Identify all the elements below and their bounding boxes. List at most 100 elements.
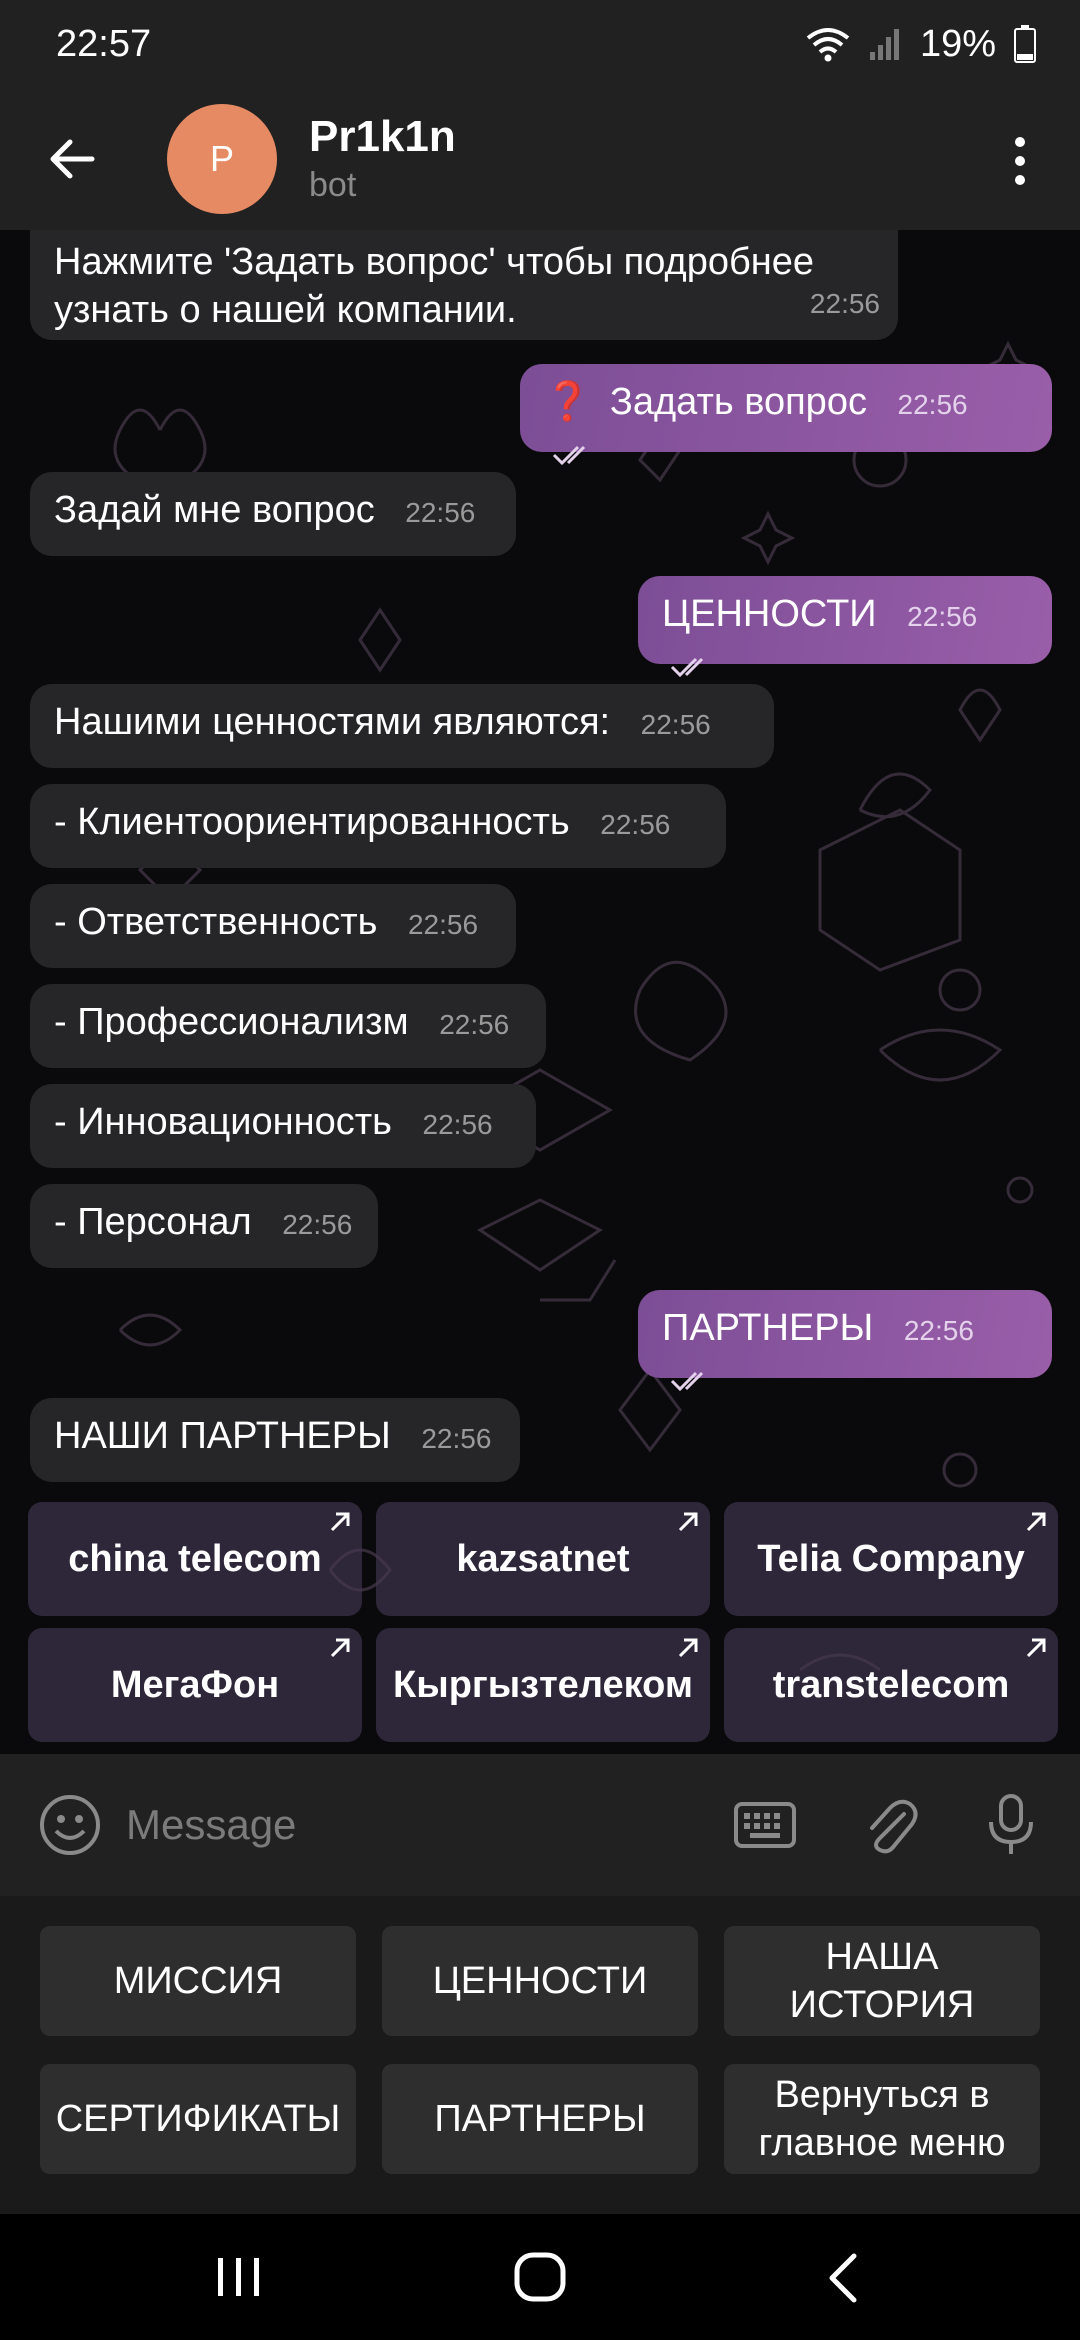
message-time: 22:56 <box>405 497 476 528</box>
external-link-arrow-icon <box>330 1512 350 1532</box>
button-label: ПАРТНЕРЫ <box>434 2098 646 2140</box>
wifi-icon <box>806 28 850 62</box>
telegram-chat-screen: 22:57 19% P Pr1k1n bot Нажмите 'Задать в… <box>0 0 1080 2340</box>
battery-icon <box>1014 25 1036 63</box>
bot-reply-keyboard: МИССИЯ ЦЕННОСТИ НАША ИСТОРИЯ СЕРТИФИКАТЫ… <box>0 1896 1080 2214</box>
status-bar: 22:57 19% <box>0 0 1080 88</box>
incoming-message[interactable]: - Ответственность 22:56 <box>30 884 516 968</box>
button-label: china telecom <box>68 1537 322 1580</box>
button-label: transtelecom <box>772 1663 1010 1706</box>
incoming-message[interactable]: - Профессионализм 22:56 <box>30 984 546 1068</box>
button-label: ЦЕННОСТИ <box>432 1960 648 2002</box>
inline-button-partner[interactable]: transtelecom <box>724 1628 1058 1742</box>
external-link-arrow-icon <box>1026 1512 1046 1532</box>
incoming-message[interactable]: - Персонал 22:56 <box>30 1184 378 1268</box>
message-text: НАШИ ПАРТНЕРЫ <box>54 1415 391 1457</box>
inline-button-partner[interactable]: china telecom <box>28 1502 362 1616</box>
inline-button-partner[interactable]: Кыргызтелеком <box>376 1628 710 1742</box>
status-time: 22:57 <box>56 22 152 65</box>
double-check-icon <box>670 657 704 678</box>
message-text: Задай мне вопрос <box>54 489 375 531</box>
message-time: 22:56 <box>600 809 671 840</box>
outgoing-message[interactable]: ❓ Задать вопрос 22:56 <box>520 364 1052 466</box>
button-label: kazsatnet <box>456 1537 630 1580</box>
dot-icon <box>1015 137 1025 147</box>
signal-icon <box>869 29 899 60</box>
chat-header: P Pr1k1n bot <box>0 88 1080 230</box>
button-label: Кыргызтелеком <box>393 1663 693 1706</box>
keyboard-button-values[interactable]: ЦЕННОСТИ <box>382 1926 698 2036</box>
battery-percent: 19% <box>919 22 996 65</box>
back-button[interactable] <box>32 119 112 199</box>
incoming-message[interactable]: Нажмите 'Задать вопрос' чтобы подробнее … <box>30 230 898 340</box>
inline-button-partner[interactable]: Telia Company <box>724 1502 1058 1616</box>
keyboard-icon[interactable] <box>734 1802 796 1848</box>
system-navigation-bar <box>0 2214 1080 2340</box>
message-text: Задать вопрос <box>609 381 867 423</box>
message-text: Нажмите 'Задать вопрос' чтобы подробнее … <box>54 241 815 331</box>
external-link-arrow-icon <box>678 1512 698 1532</box>
status-icons: 19% <box>806 23 1036 66</box>
message-input[interactable]: Message <box>126 1801 296 1849</box>
external-link-arrow-icon <box>1026 1638 1046 1658</box>
button-label: Telia Company <box>757 1537 1025 1580</box>
dot-icon <box>1015 156 1025 166</box>
keyboard-button-main-menu[interactable]: Вернуться в главное меню <box>724 2064 1040 2174</box>
outgoing-message[interactable]: ПАРТНЕРЫ 22:56 <box>638 1290 1052 1392</box>
keyboard-button-mission[interactable]: МИССИЯ <box>40 1926 356 2036</box>
dot-icon <box>1015 175 1025 185</box>
message-text: ЦЕННОСТИ <box>662 593 877 635</box>
message-text: - Инновационность <box>54 1101 392 1143</box>
chat-subtitle: bot <box>309 166 357 204</box>
message-time: 22:56 <box>421 1423 492 1454</box>
message-time: 22:56 <box>422 1109 493 1140</box>
message-text: - Клиентоориентированность <box>54 801 570 843</box>
paperclip-icon[interactable] <box>860 1794 920 1858</box>
message-time: 22:56 <box>439 1009 510 1040</box>
incoming-message[interactable]: Нашими ценностями являются: 22:56 <box>30 684 774 768</box>
message-text: ПАРТНЕРЫ <box>662 1307 874 1349</box>
back-nav-icon[interactable] <box>826 2252 860 2304</box>
chat-name: Pr1k1n <box>309 112 456 161</box>
incoming-message[interactable]: - Клиентоориентированность 22:56 <box>30 784 726 868</box>
message-input-bar: Message <box>0 1754 1080 1896</box>
button-label: Вернуться в главное меню <box>758 2074 1006 2164</box>
home-icon[interactable] <box>514 2252 566 2302</box>
message-time: 22:56 <box>640 709 711 740</box>
incoming-message[interactable]: НАШИ ПАРТНЕРЫ 22:56 <box>30 1398 520 1482</box>
keyboard-button-certificates[interactable]: СЕРТИФИКАТЫ <box>40 2064 356 2174</box>
message-time: 22:56 <box>282 1209 353 1240</box>
external-link-arrow-icon <box>678 1638 698 1658</box>
double-check-icon <box>552 445 586 466</box>
message-time: 22:56 <box>907 601 978 632</box>
message-time: 22:56 <box>903 1315 974 1346</box>
keyboard-button-history[interactable]: НАША ИСТОРИЯ <box>724 1926 1040 2036</box>
message-text: - Ответственность <box>54 901 378 943</box>
button-label: СЕРТИФИКАТЫ <box>55 2098 341 2140</box>
arrow-left-icon <box>50 139 95 179</box>
message-text: - Профессионализм <box>54 1001 409 1043</box>
message-text: - Персонал <box>54 1201 252 1243</box>
double-check-icon <box>670 1371 704 1392</box>
button-label: МегаФон <box>110 1663 280 1706</box>
button-label: МИССИЯ <box>113 1960 283 2002</box>
outgoing-message[interactable]: ЦЕННОСТИ 22:56 <box>638 576 1052 678</box>
inline-button-partner[interactable]: kazsatnet <box>376 1502 710 1616</box>
question-mark-icon: ❓ <box>544 381 592 423</box>
keyboard-button-partners[interactable]: ПАРТНЕРЫ <box>382 2064 698 2174</box>
emoji-icon[interactable] <box>38 1793 102 1857</box>
message-text: Нашими ценностями являются: <box>54 701 611 743</box>
recent-apps-icon[interactable] <box>214 2254 264 2300</box>
message-time: 22:56 <box>897 389 968 420</box>
more-options-button[interactable] <box>1000 126 1040 196</box>
message-list[interactable]: Нажмите 'Задать вопрос' чтобы подробнее … <box>0 230 1080 1754</box>
message-time: 22:56 <box>407 909 479 940</box>
avatar[interactable]: P <box>167 104 277 214</box>
message-time: 22:56 <box>809 288 880 319</box>
incoming-message[interactable]: Задай мне вопрос 22:56 <box>30 472 516 556</box>
inline-button-partner[interactable]: МегаФон <box>28 1628 362 1742</box>
microphone-icon[interactable] <box>986 1792 1036 1858</box>
external-link-arrow-icon <box>330 1638 350 1658</box>
chat-title[interactable]: Pr1k1n bot <box>309 112 456 206</box>
incoming-message[interactable]: - Инновационность 22:56 <box>30 1084 536 1168</box>
